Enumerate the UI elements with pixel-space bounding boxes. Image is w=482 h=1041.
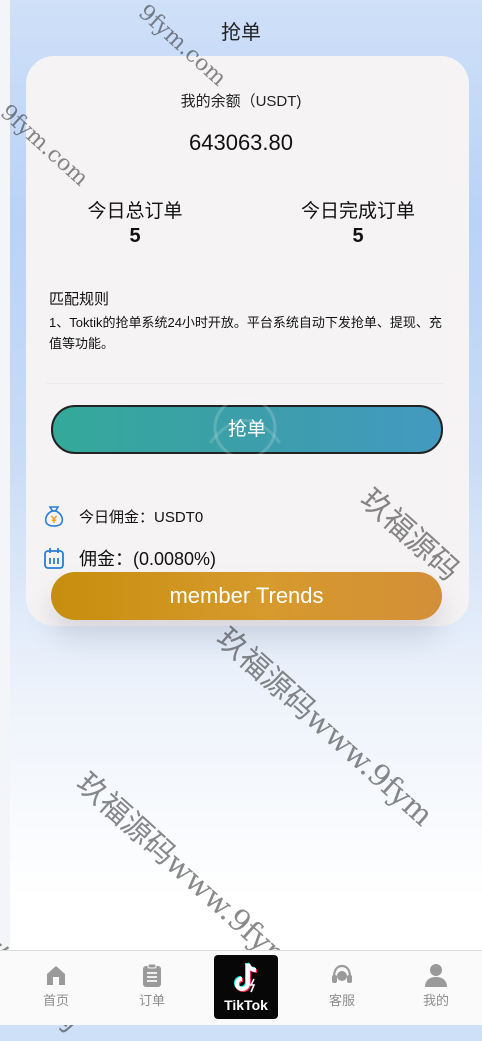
- tiktok-logo-icon: [233, 962, 258, 993]
- grab-order-button[interactable]: 抢单: [51, 405, 443, 454]
- money-bag-icon: [44, 506, 64, 527]
- rules-text: 1、Toktik的抢单系统24小时开放。平台系统自动下发抢单、提现、充值等功能。: [49, 315, 442, 351]
- clipboard-icon: [143, 963, 161, 987]
- user-icon: [425, 964, 447, 987]
- stat-completed-orders: 今日完成订单 5: [278, 196, 438, 248]
- commission-rate-row: 佣金：(0.0080%): [42, 545, 216, 571]
- stat-total-orders: 今日总订单 5: [55, 196, 215, 248]
- tab-tiktok-label: TikTok: [224, 997, 268, 1013]
- tab-orders-label: 订单: [138, 993, 165, 1008]
- tab-home-label: 首页: [42, 993, 69, 1008]
- stat-total-orders-label: 今日总订单: [87, 201, 183, 222]
- tab-orders[interactable]: 订单: [120, 962, 184, 1009]
- balance-label: 我的余额（USDT): [180, 93, 302, 110]
- calendar-icon: [44, 548, 64, 569]
- tab-tiktok[interactable]: TikTok: [214, 955, 278, 1019]
- stat-completed-orders-value: 5: [352, 225, 364, 247]
- member-trends-button[interactable]: member Trends: [51, 572, 442, 620]
- stat-completed-orders-label: 今日完成订单: [300, 201, 415, 222]
- page-title: 抢单: [221, 22, 261, 44]
- tab-profile[interactable]: 我的: [404, 962, 468, 1009]
- long-watermark-lower: 玖福源码www.9fym: [69, 765, 300, 979]
- tab-customer-service-label: 客服: [328, 993, 355, 1008]
- tab-home[interactable]: 首页: [24, 962, 88, 1009]
- tab-profile-label: 我的: [422, 993, 449, 1008]
- stat-total-orders-value: 5: [129, 225, 141, 247]
- balance-value: 643063.80: [189, 130, 293, 155]
- today-commission-row: 今日佣金：USDT0: [42, 504, 203, 528]
- headset-icon: [332, 964, 352, 983]
- commission-rate-text: 佣金：(0.0080%): [79, 549, 217, 569]
- home-icon: [47, 966, 65, 985]
- today-commission-text: 今日佣金：USDT0: [79, 508, 204, 526]
- divider: [46, 383, 444, 384]
- tab-customer-service[interactable]: 客服: [310, 962, 374, 1009]
- long-watermark-middle: 玖福源码www.9fym: [209, 620, 440, 834]
- rules-title: 匹配规则: [49, 291, 110, 308]
